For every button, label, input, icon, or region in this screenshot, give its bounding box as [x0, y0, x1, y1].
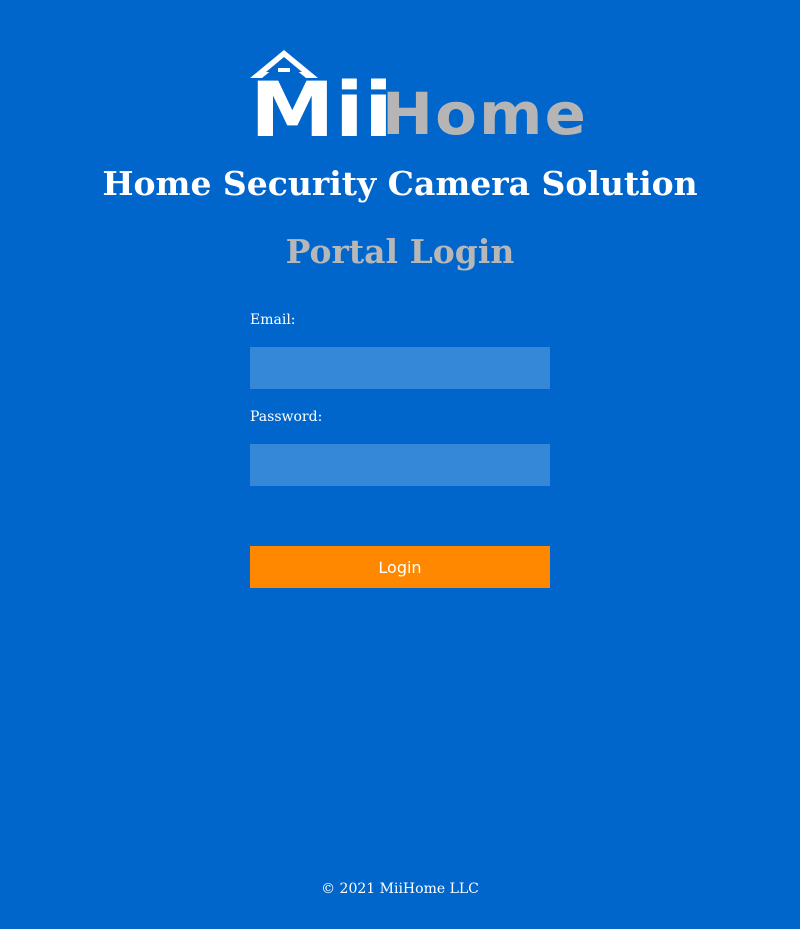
page-tagline: Home Security Camera Solution: [102, 164, 698, 203]
miihome-logo: Mii Home: [250, 50, 586, 154]
logo-mii-text: Mii: [250, 65, 394, 154]
password-field[interactable]: [250, 444, 550, 486]
email-label: Email:: [250, 312, 296, 328]
portal-login-title: Portal Login: [285, 232, 515, 271]
login-button[interactable]: Login: [250, 546, 550, 588]
password-label: Password:: [250, 409, 323, 425]
email-field[interactable]: [250, 347, 550, 389]
copyright-footer: © 2021 MiiHome LLC: [321, 881, 479, 897]
logo-home-text: Home: [382, 80, 588, 148]
